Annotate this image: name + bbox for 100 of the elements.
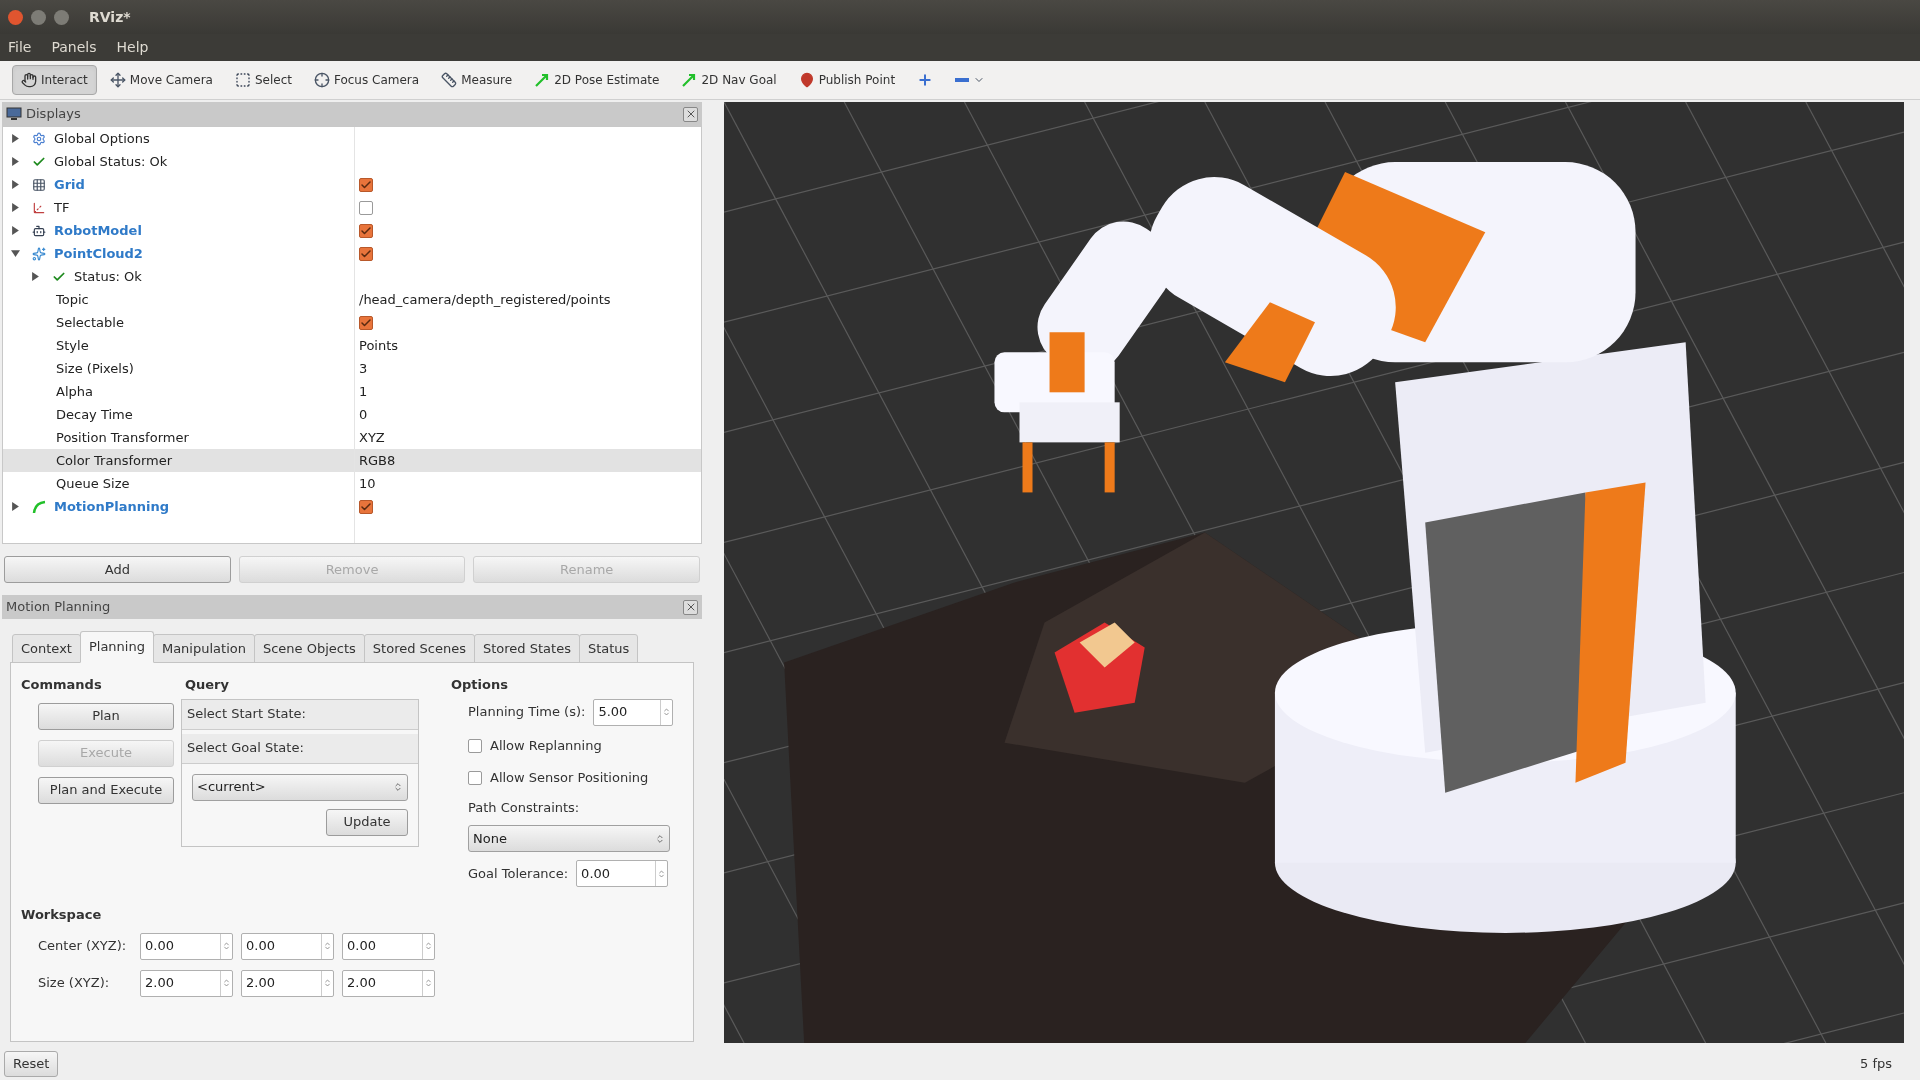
axes-icon: [32, 200, 46, 215]
tree-row[interactable]: Decay Time 0: [3, 403, 701, 426]
map-pin-icon: [798, 72, 815, 88]
tool-button[interactable]: Move Camera: [100, 65, 222, 95]
push-button[interactable]: Plan and Execute: [38, 776, 174, 804]
reset-button[interactable]: Reset: [4, 1050, 59, 1077]
tool-button[interactable]: 2D Nav Goal: [672, 65, 786, 95]
section-heading: Query: [184, 676, 230, 694]
tree-row[interactable]: Grid: [3, 173, 701, 196]
minimize-icon[interactable]: [31, 9, 46, 25]
field-label: Center (XYZ):: [38, 937, 128, 956]
tree-label: Color Transformer: [56, 451, 173, 470]
spin-arrows-icon: [424, 977, 433, 989]
spin-arrows-icon: [323, 977, 332, 989]
tree-row[interactable]: TF: [3, 196, 701, 219]
checkbox[interactable]: [359, 246, 373, 261]
menu-item[interactable]: Panels: [51, 37, 97, 58]
spin-field[interactable]: 5.00: [593, 698, 674, 726]
checkbox[interactable]: [468, 738, 482, 753]
checkbox[interactable]: [359, 223, 373, 238]
tab[interactable]: Context: [12, 634, 81, 663]
dropdown[interactable]: None: [468, 825, 670, 852]
checkbox[interactable]: [359, 499, 373, 514]
collapsed-arrow-icon[interactable]: [11, 180, 20, 189]
field-label: Planning Time (s):: [468, 703, 586, 722]
checkbox[interactable]: [468, 770, 482, 785]
arrow-icon: [534, 72, 551, 88]
tree-row[interactable]: Queue Size 10: [3, 472, 701, 495]
spin-field[interactable]: 0.00: [140, 932, 233, 960]
tool-button[interactable]: Select: [225, 65, 301, 95]
field-label: Path Constraints:: [468, 798, 581, 817]
tree-row[interactable]: Style Points: [3, 334, 701, 357]
collapsed-arrow-icon[interactable]: [11, 134, 20, 143]
tree-label: Queue Size: [56, 474, 130, 493]
spin-field[interactable]: 0.00: [241, 932, 334, 960]
dropdown[interactable]: <current>: [192, 773, 408, 801]
grid-icon: [32, 177, 46, 192]
start-state-label: Select Start State:: [182, 699, 418, 730]
tab[interactable]: Planning: [79, 631, 154, 663]
tool-button[interactable]: Measure: [432, 65, 522, 95]
move-arrows-icon: [109, 72, 126, 88]
tab[interactable]: Stored States: [474, 634, 580, 663]
tool-button[interactable]: Focus Camera: [304, 65, 429, 95]
tree-row[interactable]: Status: Ok: [3, 265, 701, 288]
tree-label: Decay Time: [56, 405, 133, 424]
tool-button[interactable]: 2D Pose Estimate: [525, 65, 669, 95]
collapsed-arrow-icon[interactable]: [11, 226, 20, 235]
robot-scene-drawing[interactable]: [724, 102, 1904, 1043]
tab[interactable]: Manipulation: [152, 634, 255, 663]
collapsed-arrow-icon[interactable]: [11, 203, 20, 212]
close-window-icon[interactable]: [8, 9, 23, 25]
field-label: Size (XYZ):: [38, 974, 111, 993]
tree-row[interactable]: PointCloud2: [3, 242, 701, 265]
collapsed-arrow-icon[interactable]: [11, 502, 20, 511]
updown-icon: [393, 781, 403, 793]
tree-row[interactable]: RobotModel: [3, 219, 701, 242]
push-button[interactable]: Plan: [38, 702, 174, 730]
close-button[interactable]: [683, 599, 698, 615]
checkbox[interactable]: [359, 177, 373, 192]
expanded-arrow-icon[interactable]: [11, 249, 20, 258]
spin-field[interactable]: 2.00: [140, 969, 233, 997]
tree-row[interactable]: Color Transformer RGB8: [3, 449, 701, 472]
menu-item[interactable]: Help: [116, 37, 149, 58]
tool-button[interactable]: Publish Point: [789, 65, 905, 95]
push-button[interactable]: Add: [4, 556, 231, 583]
tree-label: RobotModel: [54, 221, 142, 240]
tree-row[interactable]: Alpha 1: [3, 380, 701, 403]
tool-button[interactable]: Interact: [12, 65, 97, 95]
close-button[interactable]: [683, 106, 698, 122]
spin-field[interactable]: 2.00: [241, 969, 334, 997]
tree-row[interactable]: MotionPlanning: [3, 495, 701, 518]
checkbox[interactable]: [359, 315, 373, 330]
spin-field[interactable]: 0.00: [342, 932, 435, 960]
tab[interactable]: Status: [578, 634, 639, 663]
updown-icon: [655, 832, 665, 845]
minus-icon: [955, 78, 970, 82]
push-button[interactable]: Update: [326, 808, 408, 836]
tree-label: Style: [56, 336, 89, 355]
tab[interactable]: Stored Scenes: [363, 634, 475, 663]
tab[interactable]: Scene Objects: [253, 634, 365, 663]
panel-title: Motion Planning: [6, 598, 111, 617]
property-value: RGB8: [359, 451, 396, 470]
section-heading: Commands: [21, 676, 103, 694]
robot-icon: [32, 223, 46, 238]
property-value: 3: [359, 359, 368, 378]
collapsed-arrow-icon[interactable]: [11, 157, 20, 166]
maximize-icon[interactable]: [54, 9, 69, 25]
monitor-icon: [6, 106, 22, 122]
tree-label: PointCloud2: [54, 244, 143, 263]
tree-row[interactable]: Size (Pixels) 3: [3, 357, 701, 380]
checkbox[interactable]: [359, 200, 373, 215]
tree-row[interactable]: Global Status: Ok: [3, 150, 701, 173]
tree-row[interactable]: Topic /head_camera/depth_registered/points: [3, 288, 701, 311]
tree-row[interactable]: Global Options: [3, 127, 701, 150]
menu-item[interactable]: File: [8, 37, 32, 58]
spin-field[interactable]: 2.00: [342, 969, 435, 997]
spin-field[interactable]: 0.00: [576, 860, 669, 887]
collapsed-arrow-icon[interactable]: [31, 272, 40, 281]
tree-row[interactable]: Selectable: [3, 311, 701, 334]
tree-label: Selectable: [56, 313, 124, 332]
